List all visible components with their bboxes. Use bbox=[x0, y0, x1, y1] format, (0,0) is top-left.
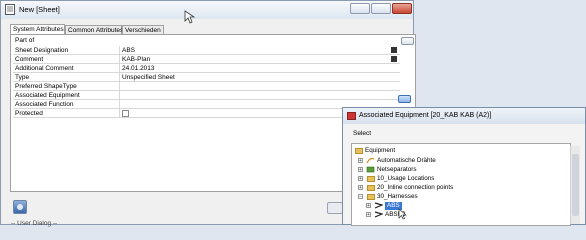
equipment-tree: Equipment + Automatische Drähte + Netsep… bbox=[351, 143, 580, 226]
wire-icon bbox=[366, 157, 375, 164]
associated-equipment-label: Associated Equipment bbox=[15, 92, 80, 99]
comment-label: Comment bbox=[15, 56, 44, 63]
expand-icon[interactable]: + bbox=[366, 212, 371, 218]
associated-equipment-browse-button[interactable] bbox=[398, 95, 411, 103]
expand-icon[interactable]: + bbox=[358, 158, 363, 164]
minimize-button[interactable] bbox=[350, 3, 370, 14]
attribute-row: Sheet Designation ABS bbox=[13, 46, 400, 55]
part-of-browse-button[interactable] bbox=[401, 37, 414, 45]
separator-icon bbox=[366, 166, 375, 173]
mouse-cursor-icon bbox=[398, 208, 407, 220]
select-label: Select bbox=[353, 130, 372, 137]
part-of-label: Part of bbox=[15, 37, 35, 44]
attribute-row: Type Unspecified Sheet bbox=[13, 73, 400, 82]
type-label: Type bbox=[15, 74, 30, 81]
additional-comment-value[interactable]: 24.01.2013 bbox=[119, 64, 400, 73]
harness-icon bbox=[374, 211, 383, 218]
associated-equipment-value[interactable] bbox=[119, 91, 400, 100]
mouse-cursor-icon bbox=[184, 10, 196, 24]
close-button[interactable] bbox=[392, 3, 412, 14]
folder-icon bbox=[367, 194, 375, 200]
sheet-designation-value[interactable]: ABS bbox=[119, 46, 400, 55]
harness-icon bbox=[374, 202, 383, 209]
tree-item-label: Netseparators bbox=[377, 166, 417, 173]
help-icon bbox=[17, 204, 23, 210]
comment-value[interactable]: KAB-Plan bbox=[119, 55, 400, 64]
window-title: New [Sheet] bbox=[19, 5, 60, 14]
tree-item-label: Equipment bbox=[365, 147, 396, 154]
assoc-title-bar[interactable]: Associated Equipment [20_KAB KAB (A2)] bbox=[343, 108, 585, 124]
scrollbar-thumb[interactable] bbox=[572, 154, 579, 216]
expand-icon[interactable]: + bbox=[358, 185, 363, 191]
expand-icon[interactable]: + bbox=[366, 203, 371, 209]
tree-item-label: 20_Inline connection points bbox=[377, 184, 454, 191]
attribute-row: Associated Equipment bbox=[13, 91, 400, 100]
help-button[interactable] bbox=[13, 200, 27, 214]
folder-icon bbox=[367, 185, 375, 191]
user-dialog-label: -- User Dialog -- bbox=[11, 220, 58, 227]
sheet-icon bbox=[5, 4, 15, 15]
edit-icon[interactable] bbox=[391, 47, 397, 53]
tree-item-label: 10_Usage Locations bbox=[377, 175, 435, 182]
attribute-row: Additional Comment 24.01.2013 bbox=[13, 64, 400, 73]
preferred-shapetype-value[interactable] bbox=[119, 82, 400, 91]
associated-equipment-window: Associated Equipment [20_KAB KAB (A2)] S… bbox=[342, 107, 586, 226]
tree-scrollbar[interactable] bbox=[570, 146, 580, 224]
window-icon bbox=[347, 112, 356, 120]
edit-icon[interactable] bbox=[391, 56, 397, 62]
additional-comment-label: Additional Comment bbox=[15, 65, 74, 72]
attribute-row: Preferred ShapeType bbox=[13, 82, 400, 91]
title-bar[interactable]: New [Sheet] bbox=[1, 1, 413, 24]
folder-icon bbox=[367, 176, 375, 182]
maximize-button[interactable] bbox=[371, 3, 391, 14]
expand-icon[interactable]: + bbox=[358, 176, 363, 182]
collapse-icon[interactable]: − bbox=[358, 194, 363, 200]
ok-button[interactable] bbox=[327, 202, 343, 214]
associated-function-label: Associated Function bbox=[15, 101, 74, 108]
preferred-shapetype-label: Preferred ShapeType bbox=[15, 83, 77, 90]
protected-label: Protected bbox=[15, 110, 43, 117]
protected-checkbox[interactable] bbox=[122, 110, 129, 117]
assoc-window-title: Associated Equipment [20_KAB KAB (A2)] bbox=[359, 112, 492, 119]
attribute-row: Comment KAB-Plan bbox=[13, 55, 400, 64]
folder-icon bbox=[355, 148, 363, 154]
tree-item-label: Automatische Drähte bbox=[377, 157, 436, 164]
expand-icon[interactable]: + bbox=[358, 167, 363, 173]
tree-item-label: 30_Harnesses bbox=[377, 193, 418, 200]
sheet-designation-label: Sheet Designation bbox=[15, 47, 69, 54]
type-value[interactable]: Unspecified Sheet bbox=[119, 73, 400, 82]
